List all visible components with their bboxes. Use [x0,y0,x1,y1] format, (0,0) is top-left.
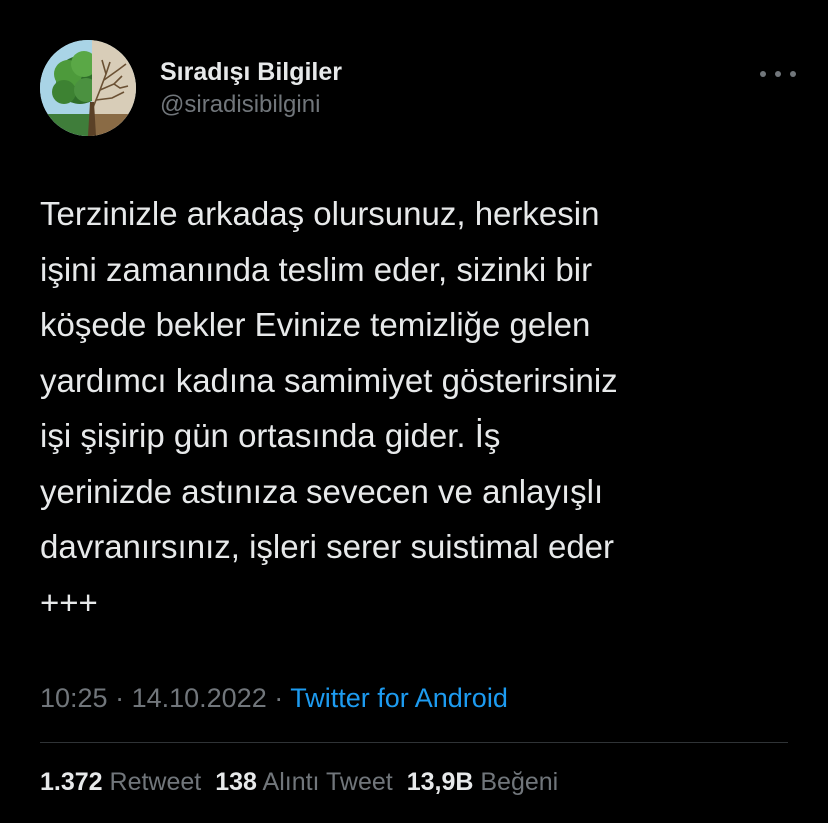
author-handle[interactable]: @siradisibilgini [160,90,342,120]
tweet-text-line: +++ [40,583,98,621]
more-dot-icon [775,71,781,77]
tweet-stats: 1.372 Retweet 138 Alıntı Tweet 13,9B Beğen… [40,765,558,799]
retweets-stat[interactable]: 1.372 Retweet [40,768,201,796]
meta-separator: · [266,683,291,713]
retweets-label: Retweet [109,768,202,796]
divider [40,742,788,743]
likes-label: Beğeni [480,768,559,796]
tweet-source-link[interactable]: Twitter for Android [290,683,508,713]
retweets-count: 1.372 [40,768,103,796]
likes-stat[interactable]: 13,9B Beğeni [407,768,559,796]
tweet-text-line: Terzinizle arkadaş olursunuz, herkesin [40,195,600,232]
more-options-button[interactable] [760,66,796,82]
tweet-meta: 10:25 · 14.10.2022 · Twitter for Android [40,680,508,716]
author-avatar[interactable] [40,40,136,136]
tweet-text-line: köşede bekler Evinize temizliğe gelen [40,306,591,343]
tweet-header: Sıradışı Bilgiler @siradisibilgini [40,40,796,136]
tweet-text-line: yerinizde astınıza sevecen ve anlayışlı [40,472,604,510]
more-dot-icon [760,71,766,77]
quote-tweets-count: 138 [215,768,257,796]
more-dot-icon [790,71,796,77]
author-display-name[interactable]: Sıradışı Bilgiler [160,56,342,88]
tree-avatar-icon [40,40,136,136]
likes-count: 13,9B [406,768,474,796]
meta-separator: · [107,683,132,713]
author-identity[interactable]: Sıradışı Bilgiler @siradisibilgini [160,56,342,120]
tweet-text-line: işi şişirip gün ortasında gider. İş [40,417,501,454]
tweet-text-line: işini zamanında teslim eder, sizinki bir [40,250,593,288]
tweet-detail: Sıradışı Bilgiler @siradisibilgini Terzi… [0,0,828,823]
tweet-text-line: yardımcı kadına samimiyet gösterirsiniz [40,361,618,399]
tweet-text-line: davranırsınız, işleri serer suistimal ed… [40,528,615,565]
quote-tweets-stat[interactable]: 138 Alıntı Tweet [215,768,392,796]
quote-tweets-label: Alıntı Tweet [262,768,393,796]
tweet-time[interactable]: 10:25 [40,683,108,713]
tweet-date[interactable]: 14.10.2022 [132,683,267,713]
tweet-text: Terzinizle arkadaş olursunuz, herkesin i… [40,186,800,630]
